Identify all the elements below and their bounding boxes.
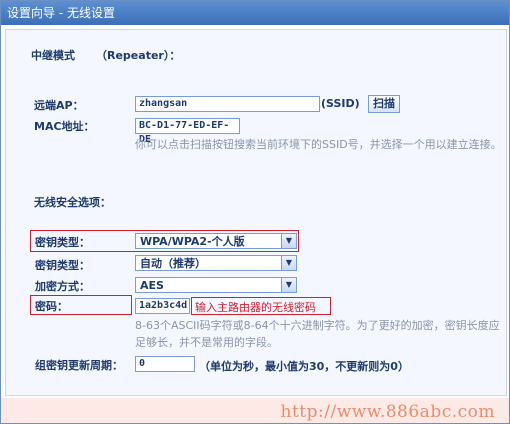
key-type-select[interactable]: WPA/WPA2-个人版 ▼ (135, 233, 297, 249)
encryption-value: AES (140, 279, 164, 292)
key-type-value: WPA/WPA2-个人版 (140, 235, 245, 248)
key-type-label: 密钥类型： (35, 236, 90, 249)
ssid-input[interactable]: zhangsan (135, 96, 320, 112)
encryption-select[interactable]: AES ▼ (135, 277, 297, 293)
mac-label: MAC地址： (34, 120, 95, 133)
security-section-label: 无线安全选项： (34, 196, 111, 209)
watermark: http://www.886abc.com (280, 402, 495, 422)
group-key-suffix: （单位为秒，最小值为30，不更新则为0） (199, 360, 409, 373)
chevron-down-icon: ▼ (281, 278, 296, 292)
wizard-window: 设置向导 - 无线设置 中继模式 （Repeater）： 远端AP： zhang… (0, 0, 510, 424)
chevron-down-icon: ▼ (281, 256, 296, 270)
password-hint: 8-63个ASCII码字符或8-64个十六进制字符。为了更好的加密，密钥长度应足… (135, 319, 500, 349)
key-type2-value: 自动（推荐） (140, 257, 206, 270)
password-input[interactable]: 1a2b3c4d (135, 298, 190, 314)
password-label: 密码： (35, 300, 68, 313)
group-key-input[interactable]: 0 (135, 356, 195, 372)
window-title: 设置向导 - 无线设置 (1, 1, 509, 25)
key-type2-label: 密钥类型： (35, 259, 90, 272)
password-annotation: 输入主路由器的无线密码 (195, 301, 316, 314)
encryption-label: 加密方式： (35, 280, 90, 293)
remote-ap-label: 远端AP： (34, 99, 84, 112)
mode-value: （Repeater）： (96, 49, 181, 62)
ssid-suffix: (SSID) (321, 97, 360, 110)
scan-hint: 你可以点击扫描按钮搜索当前环境下的SSID号，并选择一个用以建立连接。 (135, 138, 502, 151)
group-key-label: 组密钥更新周期： (35, 359, 123, 372)
chevron-down-icon: ▼ (281, 234, 296, 248)
scan-button[interactable]: 扫描 (368, 95, 400, 113)
mac-input[interactable]: BC-D1-77-ED-EF-DE (135, 118, 240, 145)
mode-label: 中继模式 (31, 49, 75, 62)
key-type2-select[interactable]: 自动（推荐） ▼ (135, 255, 297, 271)
